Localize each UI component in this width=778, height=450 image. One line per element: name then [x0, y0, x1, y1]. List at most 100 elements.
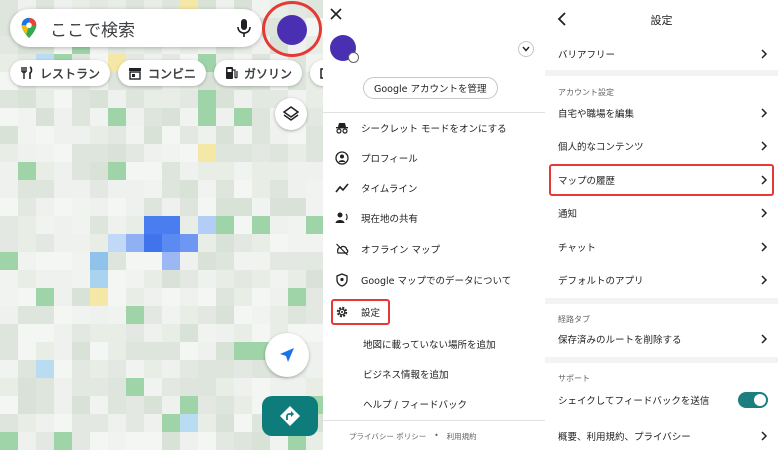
- map-tile: [90, 162, 108, 180]
- map-tile: [54, 162, 72, 180]
- settings-row-personal-content[interactable]: 個人的なコンテンツ: [545, 130, 778, 162]
- map-tile: [198, 126, 216, 144]
- map-tile: [252, 234, 270, 252]
- cloud-off-icon: [336, 243, 349, 256]
- map-tile: [252, 108, 270, 126]
- map-tile: [288, 252, 306, 270]
- map-tile: [216, 144, 234, 162]
- map-tile: [234, 432, 252, 450]
- map-tile: [234, 198, 252, 216]
- map-tile: [162, 306, 180, 324]
- map-tile: [252, 306, 270, 324]
- map-tile: [18, 252, 36, 270]
- close-icon[interactable]: [328, 6, 344, 22]
- map-tile: [288, 144, 306, 162]
- directions-button[interactable]: [262, 396, 318, 436]
- highlight-circle: [262, 1, 322, 57]
- map-tile: [18, 270, 36, 288]
- settings-row-about[interactable]: 概要、利用規約、プライバシー: [545, 420, 778, 450]
- menu-item-offline-maps[interactable]: オフライン マップ: [335, 239, 440, 259]
- menu-item-data-in-maps[interactable]: Google マップでのデータについて: [335, 270, 511, 290]
- map-tile: [180, 324, 198, 342]
- map-tile: [126, 108, 144, 126]
- map-tile: [54, 396, 72, 414]
- map-tile: [90, 324, 108, 342]
- section-header-support: サポート: [558, 374, 590, 383]
- map-tile: [198, 288, 216, 306]
- map-tile: [162, 414, 180, 432]
- map-tile: [0, 288, 18, 306]
- map-tile: [288, 306, 306, 324]
- camera-icon[interactable]: [348, 52, 359, 63]
- settings-highlight-box: [331, 299, 390, 325]
- settings-row-label: デフォルトのアプリ: [558, 276, 644, 287]
- chevron-right-icon: [761, 108, 768, 118]
- account-switch-button[interactable]: [518, 41, 534, 57]
- map-tile: [72, 306, 90, 324]
- category-chips: レストラン コンビニ ガソリン コー: [10, 60, 323, 86]
- map-tile: [90, 90, 108, 108]
- map-tile: [306, 234, 323, 252]
- chip-restaurant[interactable]: レストラン: [10, 60, 111, 86]
- settings-row-default-apps[interactable]: デフォルトのアプリ: [545, 264, 778, 296]
- menu-item-add-place[interactable]: 地図に載っていない場所を追加: [363, 337, 496, 351]
- menu-item-incognito[interactable]: シークレット モードをオンにする: [335, 118, 507, 138]
- menu-item-help-feedback[interactable]: ヘルプ / フィードバック: [363, 397, 467, 411]
- map-tile: [0, 144, 18, 162]
- menu-item-add-business[interactable]: ビジネス情報を追加: [363, 367, 449, 381]
- map-tile: [144, 342, 162, 360]
- maps-history-highlight-box: [549, 164, 774, 196]
- map-tile: [72, 414, 90, 432]
- microphone-icon[interactable]: [236, 18, 252, 38]
- map-tile: [288, 270, 306, 288]
- map-tile: [198, 396, 216, 414]
- layers-button[interactable]: [275, 98, 307, 130]
- map-tile: [108, 126, 126, 144]
- settings-row-edit-home-work[interactable]: 自宅や職場を編集: [545, 97, 778, 129]
- map-tile: [162, 288, 180, 306]
- menu-item-location-sharing[interactable]: 現在地の共有: [335, 208, 418, 228]
- map-tile: [0, 324, 18, 342]
- map-tile: [0, 90, 18, 108]
- settings-row-notifications[interactable]: 通知: [545, 197, 778, 229]
- map-tile: [180, 360, 198, 378]
- search-bar[interactable]: ここで検索: [10, 9, 262, 47]
- map-tile: [90, 144, 108, 162]
- map-tile: [108, 270, 126, 288]
- settings-row-chat[interactable]: チャット: [545, 231, 778, 263]
- my-location-button[interactable]: [265, 333, 309, 377]
- section-separator: [545, 70, 778, 76]
- settings-row-accessibility[interactable]: バリアフリー: [545, 38, 778, 70]
- map-tile: [198, 342, 216, 360]
- chip-coffee[interactable]: コー: [310, 60, 323, 86]
- map-tile: [0, 270, 18, 288]
- map-tile: [54, 306, 72, 324]
- map-panel[interactable]: ここで検索 レストラン コンビニ ガソリン: [0, 0, 323, 450]
- menu-item-label: 現在地の共有: [361, 214, 419, 225]
- map-tile: [108, 306, 126, 324]
- shake-feedback-toggle[interactable]: [738, 392, 768, 408]
- map-tile: [234, 324, 252, 342]
- map-tile: [216, 108, 234, 126]
- menu-item-timeline[interactable]: タイムライン: [335, 178, 417, 198]
- map-tile: [126, 378, 144, 396]
- search-input[interactable]: ここで検索: [50, 16, 236, 41]
- settings-row-delete-saved-routes[interactable]: 保存済みのルートを削除する: [545, 323, 778, 355]
- map-tile: [216, 360, 234, 378]
- map-tile: [198, 252, 216, 270]
- map-tile: [144, 288, 162, 306]
- privacy-policy-link[interactable]: プライバシー ポリシー: [349, 431, 426, 442]
- menu-item-profile[interactable]: プロフィール: [335, 148, 418, 168]
- map-tile: [108, 144, 126, 162]
- map-tile: [90, 360, 108, 378]
- terms-link[interactable]: 利用規約: [447, 431, 477, 442]
- avatar[interactable]: [330, 35, 359, 63]
- manage-account-button[interactable]: Google アカウントを管理: [363, 77, 498, 99]
- map-tile: [36, 234, 54, 252]
- chip-gas[interactable]: ガソリン: [214, 60, 303, 86]
- map-tile: [144, 126, 162, 144]
- chip-convenience-store[interactable]: コンビニ: [118, 60, 207, 86]
- map-tile: [72, 378, 90, 396]
- map-tile: [216, 342, 234, 360]
- settings-row-shake-feedback[interactable]: シェイクしてフィードバックを送信: [545, 384, 778, 416]
